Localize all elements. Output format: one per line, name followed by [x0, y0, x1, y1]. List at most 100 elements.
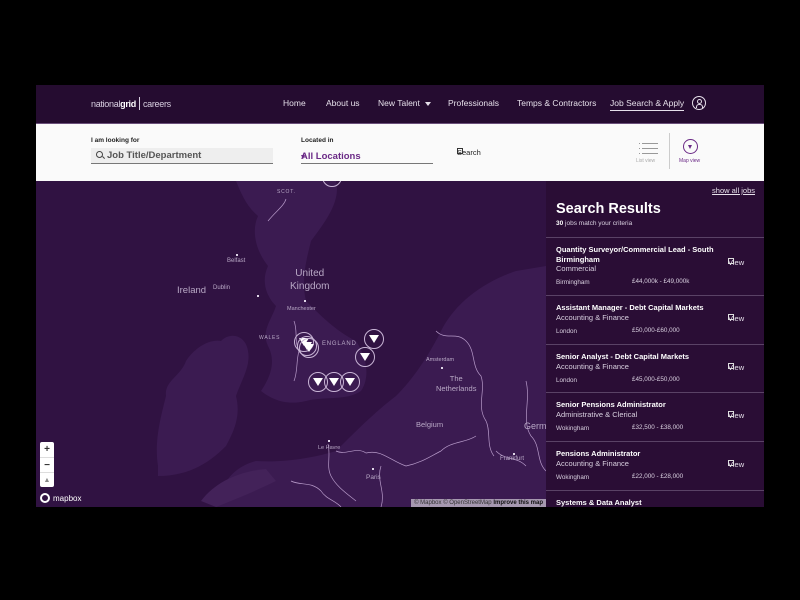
- job-title: Senior Analyst - Debt Capital Markets: [556, 352, 690, 361]
- list-icon-line: [639, 143, 658, 144]
- nav-temps-contractors[interactable]: Temps & Contractors: [517, 98, 596, 108]
- view-job-button[interactable]: [718, 499, 754, 507]
- job-location: Wokingham: [556, 425, 590, 432]
- nav-new-talent-label: New Talent: [378, 98, 420, 108]
- view-job-button[interactable]: View: [718, 401, 754, 427]
- location-select[interactable]: All Locations: [301, 149, 433, 164]
- job-category: Commercial: [556, 264, 597, 273]
- compass-reset-button[interactable]: ▲: [40, 472, 54, 488]
- city-dot-belfast: [236, 254, 238, 256]
- city-dot-manchester: [304, 300, 306, 302]
- nav-about-us[interactable]: About us: [326, 98, 360, 108]
- logo-divider: [138, 97, 140, 110]
- mapbox-logo-text: mapbox: [53, 493, 82, 503]
- list-icon-line: [639, 153, 658, 154]
- improve-map-link[interactable]: Improve this map: [493, 500, 543, 506]
- map-label-belgium: Belgium: [416, 420, 444, 429]
- map-view-label: Map view: [679, 158, 701, 164]
- nav-professionals[interactable]: Professionals: [448, 98, 499, 108]
- city-dot-paris: [372, 468, 374, 470]
- zoom-in-button[interactable]: +: [40, 442, 54, 457]
- job-location: London: [556, 328, 578, 335]
- job-card[interactable]: Quantity Surveyor/Commercial Lead - Sout…: [546, 237, 764, 296]
- job-category: Accounting & Finance: [556, 459, 629, 468]
- job-salary: £22,000 - £28,000: [632, 473, 684, 480]
- map-label-wales: WALES: [259, 335, 281, 341]
- job-title: Pensions Administrator: [556, 449, 641, 458]
- job-card[interactable]: Senior Pensions Administrator Administra…: [546, 392, 764, 441]
- list-view-toggle[interactable]: List view: [636, 140, 664, 168]
- search-results-panel: show all jobs Search Results 30 jobs mat…: [546, 181, 764, 507]
- city-dot-frankfurt: [513, 453, 515, 455]
- logo-text-grid: grid: [120, 98, 136, 109]
- map-label-amsterdam: Amsterdam: [426, 357, 455, 363]
- map-label-netherlands-line1: The: [449, 374, 463, 383]
- nav-new-talent[interactable]: New Talent: [378, 98, 431, 108]
- corner-bracket-icon: [728, 363, 734, 369]
- mapbox-icon: [40, 493, 50, 503]
- job-map[interactable]: SCOT. Ireland Dublin Belfast United Kingd…: [36, 181, 546, 507]
- located-in-label: Located in: [301, 137, 334, 144]
- job-title: Systems & Data Analyst: [556, 498, 642, 507]
- app-window: national grid careers Home About us New Ta…: [36, 85, 764, 507]
- view-toggle-divider: [669, 133, 670, 169]
- job-salary: £32,500 - £38,000: [632, 424, 684, 431]
- location-select-value: All Locations: [301, 151, 361, 162]
- attribution-mapbox-link[interactable]: © Mapbox: [414, 500, 441, 506]
- job-card[interactable]: Systems & Data Analyst: [546, 490, 764, 507]
- map-label-uk-line1: United: [295, 268, 325, 279]
- corner-bracket-icon: [457, 148, 463, 154]
- attribution-osm-link[interactable]: © OpenStreetMap: [443, 500, 491, 506]
- job-category: Accounting & Finance: [556, 313, 629, 322]
- job-marker[interactable]: [340, 372, 360, 392]
- job-salary: £45,000-£50,000: [632, 376, 680, 383]
- job-title: Quantity Surveyor/Commercial Lead - Sout…: [556, 245, 714, 264]
- job-marker[interactable]: [355, 347, 375, 367]
- mapbox-logo[interactable]: mapbox: [40, 493, 81, 503]
- map-marker-icon: [683, 139, 698, 154]
- dropdown-arrow-icon: [301, 155, 305, 159]
- job-title-placeholder: Job Title/Department: [107, 150, 202, 161]
- nav-job-search-apply[interactable]: Job Search & Apply: [610, 98, 685, 111]
- job-marker[interactable]: [364, 329, 384, 349]
- map-geography: [156, 181, 546, 507]
- job-category: Accounting & Finance: [556, 362, 629, 371]
- map-label-germany: Germ: [524, 421, 546, 431]
- corner-bracket-icon: [728, 411, 734, 417]
- zoom-out-button[interactable]: −: [40, 457, 54, 473]
- search-icon: [96, 151, 103, 158]
- view-job-button[interactable]: View: [718, 304, 754, 330]
- job-marker[interactable]: [299, 338, 319, 358]
- job-location: London: [556, 377, 578, 384]
- job-card[interactable]: Senior Analyst - Debt Capital Markets Ac…: [546, 344, 764, 393]
- national-grid-careers-logo[interactable]: national grid careers: [91, 97, 171, 110]
- user-account-icon[interactable]: [692, 96, 706, 110]
- map-label-dublin: Dublin: [213, 285, 231, 291]
- job-card[interactable]: Assistant Manager - Debt Capital Markets…: [546, 295, 764, 344]
- list-icon-line: [639, 148, 658, 149]
- map-label-england: ENGLAND: [322, 341, 357, 347]
- logo-text-national: national: [91, 98, 121, 109]
- list-view-label: List view: [636, 158, 656, 164]
- map-label-netherlands-line2: Netherlands: [436, 384, 477, 393]
- map-label-ireland: Ireland: [177, 285, 207, 296]
- map-label-manchester: Manchester: [287, 306, 316, 312]
- view-job-button[interactable]: View: [718, 450, 754, 476]
- map-label-scotland: SCOT.: [277, 189, 296, 195]
- map-view-toggle[interactable]: Map view: [676, 138, 706, 168]
- job-title-input[interactable]: Job Title/Department: [91, 148, 273, 164]
- results-title: Search Results: [556, 201, 661, 217]
- land-ireland: [156, 335, 249, 476]
- map-label-belfast: Belfast: [227, 258, 246, 264]
- results-count-text: jobs match your criteria: [565, 220, 633, 227]
- job-card[interactable]: Pensions Administrator Accounting & Fina…: [546, 441, 764, 490]
- view-job-button[interactable]: View: [718, 248, 754, 274]
- job-salary: £50,000-£60,000: [632, 327, 680, 334]
- corner-bracket-icon: [728, 314, 734, 320]
- job-category: Administrative & Clerical: [556, 410, 638, 419]
- nav-home[interactable]: Home: [283, 98, 306, 108]
- search-button[interactable]: Search: [447, 140, 493, 164]
- map-attribution: © Mapbox © OpenStreetMap Improve this ma…: [411, 499, 546, 507]
- show-all-jobs-link[interactable]: show all jobs: [712, 186, 755, 195]
- view-job-button[interactable]: View: [718, 353, 754, 379]
